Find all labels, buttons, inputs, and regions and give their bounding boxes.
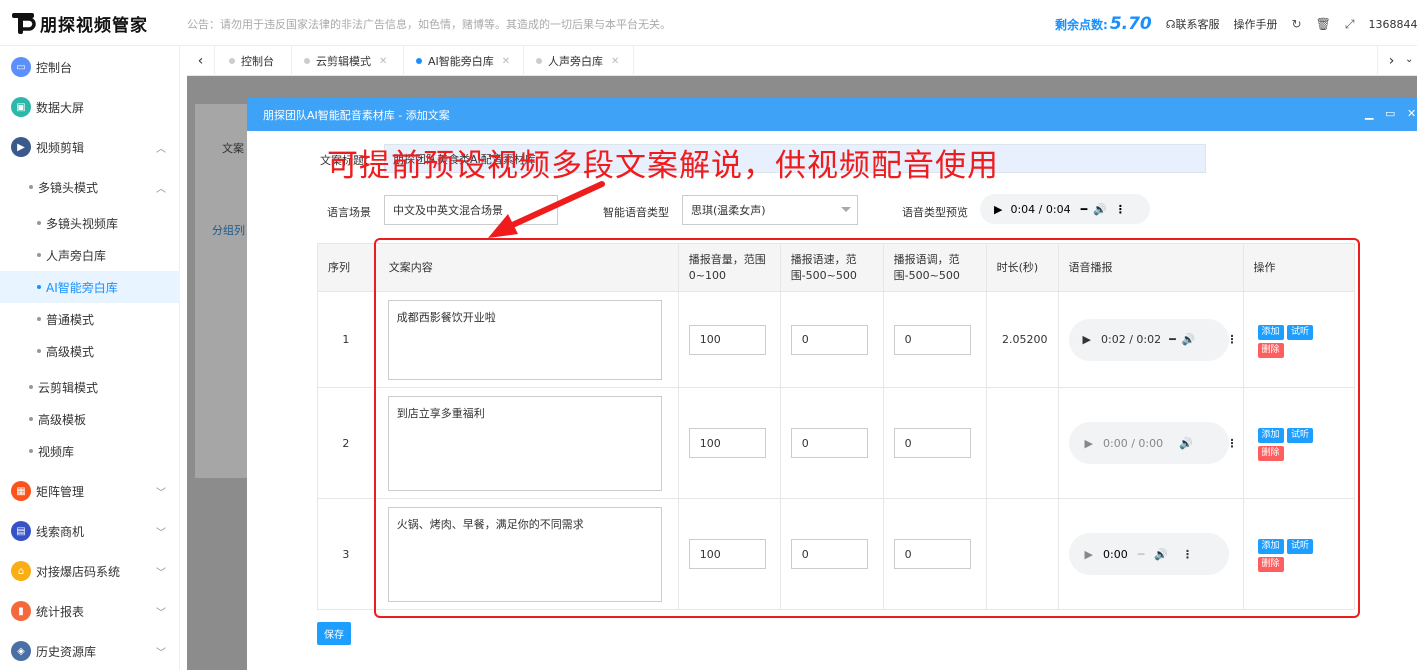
sidebar-item-multi-cam-lib[interactable]: 多镜头视频库 [0, 207, 180, 239]
chevron-down-icon[interactable]: ⌄ [1405, 54, 1413, 65]
sidebar-item-voice-lib[interactable]: 人声旁白库 [0, 239, 180, 271]
lang-label: 语言场景 [327, 206, 371, 219]
sidebar-item-data-screen[interactable]: ▣ 数据大屏 [0, 91, 180, 123]
chevron-down-icon: ﹀ [156, 567, 166, 579]
voice-type-label: 智能语音类型 [603, 206, 669, 219]
refresh-icon[interactable]: ↻ [1292, 17, 1302, 31]
progress-bar[interactable]: ━ [1081, 203, 1088, 216]
tabs-bar: ‹ 控制台 云剪辑模式 ✕ AI智能旁白库 ✕ 人声旁白库 ✕ › ⌄ [187, 46, 1417, 76]
close-icon[interactable]: ✕ [1407, 107, 1416, 120]
more-icon[interactable]: ⋮ [1115, 203, 1126, 216]
chevron-down-icon: ﹀ [156, 607, 166, 619]
archive-icon: ◈ [11, 641, 31, 661]
notice-text: 公告：请勿用于违反国家法律的非法广告信息，如色情，赌博等。其造成的一切后果与本平… [187, 18, 671, 31]
maximize-icon[interactable]: ▭ [1385, 107, 1395, 120]
sidebar-item-video-edit[interactable]: ▶ 视频剪辑 ︿ [0, 131, 180, 163]
manual-link[interactable]: 操作手册 [1234, 16, 1278, 32]
annotation-highlight-box [374, 238, 1360, 618]
sidebar-item-advanced-mode[interactable]: 高级模式 [0, 335, 180, 367]
voice-type-select[interactable]: 思琪(温柔女声) [682, 195, 858, 225]
store-icon: ⌂ [11, 561, 31, 581]
background-card: 文案 分组列 [195, 104, 255, 478]
sidebar-item-multi-cam[interactable]: 多镜头模式 ︿ [0, 171, 180, 203]
col-seq: 序列 [317, 243, 375, 292]
save-button[interactable]: 保存 [317, 622, 351, 645]
chevron-up-icon: ︿ [156, 143, 166, 155]
video-edit-icon: ▶ [11, 137, 31, 157]
tab-next-button[interactable]: › [1377, 46, 1405, 76]
sidebar-item-archive[interactable]: ◈ 历史资源库 ﹀ [0, 635, 180, 667]
sidebar-item-normal-mode[interactable]: 普通模式 [0, 303, 180, 335]
chevron-up-icon: ︿ [156, 183, 166, 195]
leads-icon: ▤ [11, 521, 31, 541]
tab-ai-voice-lib[interactable]: AI智能旁白库 ✕ [404, 46, 524, 76]
play-icon[interactable]: ▶ [994, 203, 1002, 216]
chevron-down-icon: ﹀ [156, 647, 166, 659]
annotation-text: 可提前预设视频多段文案解说，供视频配音使用 [327, 148, 999, 184]
points-value: 5.70 [1109, 14, 1152, 34]
logo: 朋探视频管家 [10, 10, 148, 36]
matrix-icon: ▦ [11, 481, 31, 501]
top-bar: 朋探视频管家 公告：请勿用于违反国家法律的非法广告信息，如色情，赌博等。其造成的… [0, 0, 1417, 46]
chart-icon: ▮ [11, 601, 31, 621]
modal-header: 朋探团队AI智能配音素材库 - 添加文案 ▁ ▭ ✕ [247, 98, 1417, 131]
headset-icon: ☊ [1165, 18, 1176, 31]
minimize-icon[interactable]: ▁ [1365, 107, 1373, 120]
monitor-icon: ▭ [11, 57, 31, 77]
annotation-arrow-icon [488, 181, 605, 238]
close-icon[interactable]: ✕ [502, 56, 510, 67]
trash-icon[interactable]: 🗑 [1316, 17, 1331, 31]
dropdown-arrow-icon [841, 207, 851, 212]
sidebar-item-advanced-tpl[interactable]: 高级模板 [0, 403, 180, 435]
chevron-down-icon: ﹀ [156, 527, 166, 539]
user-phone[interactable]: 13688446383 [1368, 18, 1417, 31]
tab-cloud-edit[interactable]: 云剪辑模式 ✕ [292, 46, 404, 76]
preview-label: 语音类型预览 [902, 206, 968, 219]
sidebar-item-dashboard[interactable]: ▭ 控制台 [0, 51, 180, 83]
close-icon[interactable]: ✕ [379, 56, 387, 67]
logo-icon [12, 13, 36, 34]
sidebar: ▭ 控制台 ▣ 数据大屏 ▶ 视频剪辑 ︿ 多镜头模式 ︿ 多镜头视频库 人声旁… [0, 46, 180, 670]
volume-icon[interactable]: 🔊 [1093, 203, 1107, 216]
sidebar-item-ai-voice-lib[interactable]: AI智能旁白库 [0, 271, 180, 303]
sidebar-item-store-code[interactable]: ⌂ 对接爆店码系统 ﹀ [0, 555, 180, 587]
sidebar-item-leads[interactable]: ▤ 线索商机 ﹀ [0, 515, 180, 547]
tab-dashboard[interactable]: 控制台 [215, 46, 292, 76]
sidebar-item-video-lib[interactable]: 视频库 [0, 435, 180, 467]
header-right: 剩余点数: 5.70 ☊联系客服 操作手册 ↻ 🗑 ⤢ 13688446383 [1055, 14, 1417, 34]
preview-audio-player[interactable]: ▶ 0:04 / 0:04 ━ 🔊 ⋮ [980, 194, 1150, 224]
tab-voice-lib[interactable]: 人声旁白库 ✕ [524, 46, 634, 76]
close-icon[interactable]: ✕ [611, 56, 619, 67]
tab-prev-button[interactable]: ‹ [187, 46, 215, 76]
screen-icon: ▣ [11, 97, 31, 117]
support-link[interactable]: ☊联系客服 [1166, 16, 1220, 32]
fullscreen-icon[interactable]: ⤢ [1345, 17, 1355, 32]
app-title: 朋探视频管家 [40, 15, 148, 36]
chevron-down-icon: ﹀ [156, 487, 166, 499]
sidebar-item-reports[interactable]: ▮ 统计报表 ﹀ [0, 595, 180, 627]
points-label: 剩余点数: [1055, 17, 1108, 32]
sidebar-item-matrix[interactable]: ▦ 矩阵管理 ﹀ [0, 475, 180, 507]
modal-title: 朋探团队AI智能配音素材库 - 添加文案 [263, 108, 450, 122]
sidebar-item-cloud-edit[interactable]: 云剪辑模式 [0, 371, 180, 403]
